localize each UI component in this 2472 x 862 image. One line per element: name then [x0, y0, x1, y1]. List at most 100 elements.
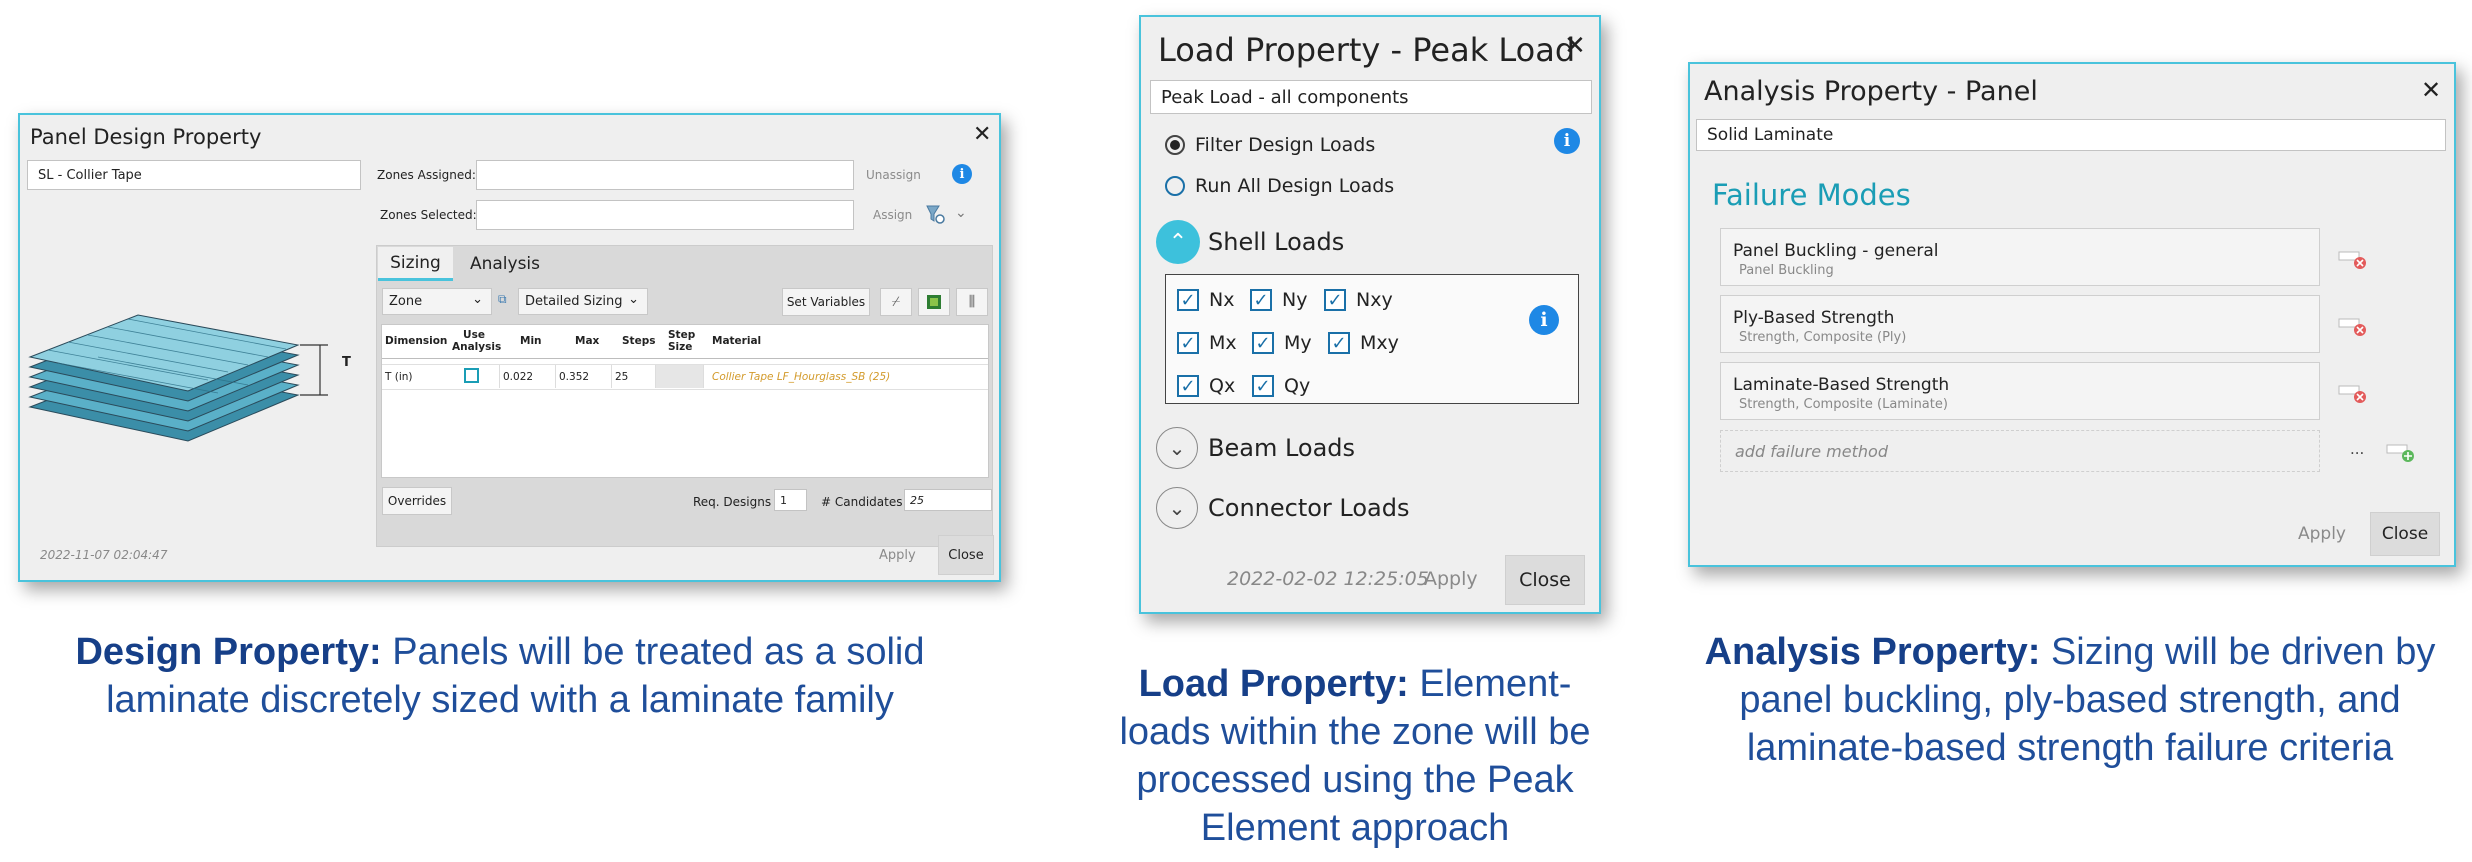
cell-max[interactable]: 0.352	[555, 365, 611, 388]
chevron-down-icon: ⌄	[1156, 487, 1198, 529]
apply-button[interactable]: Apply	[879, 548, 916, 563]
checkbox-checked-icon: ✓	[1177, 289, 1199, 311]
checkbox-mx[interactable]: ✓ Mx	[1177, 332, 1237, 354]
checkbox-qx[interactable]: ✓ Qx	[1177, 375, 1235, 397]
add-icon[interactable]	[2386, 442, 2416, 468]
checkbox-checked-icon: ✓	[1252, 375, 1274, 397]
close-button[interactable]: Close	[938, 535, 994, 575]
close-icon[interactable]: ✕	[1564, 33, 1586, 59]
caption-bold: Load Property:	[1138, 663, 1409, 705]
tab-analysis[interactable]: Analysis	[460, 247, 550, 281]
section-label: Shell Loads	[1208, 228, 1345, 256]
sizing-mode-select[interactable]: Detailed Sizing ⌄	[518, 288, 648, 315]
col-header-max: Max	[575, 335, 600, 347]
remove-icon[interactable]	[2338, 316, 2368, 342]
candidates-input[interactable]: 25	[904, 489, 992, 511]
connector-loads-header[interactable]: ⌄ Connector Loads	[1156, 487, 1410, 529]
set-variables-button[interactable]: Set Variables	[782, 288, 870, 316]
zone-select[interactable]: Zone ⌄	[382, 288, 492, 315]
zones-selected-label: Zones Selected:	[380, 208, 477, 222]
tab-sizing[interactable]: Sizing	[378, 247, 453, 281]
table-row[interactable]: T (in) 0.022 0.352 25 Collier Tape LF_Ho…	[382, 364, 988, 390]
more-button[interactable]: ...	[2350, 440, 2364, 458]
checkbox-label: Qx	[1209, 375, 1236, 397]
table-header-row: Dimension Use Analysis Min Max Steps Ste…	[382, 325, 988, 359]
overrides-button[interactable]: Overrides	[382, 487, 452, 515]
sizing-mode-value: Detailed Sizing	[525, 294, 623, 309]
failure-mode-row[interactable]: Ply-Based Strength Strength, Composite (…	[1720, 295, 2320, 353]
failure-mode-row[interactable]: Panel Buckling - general Panel Buckling	[1720, 228, 2320, 286]
failure-mode-row[interactable]: Laminate-Based Strength Strength, Compos…	[1720, 362, 2320, 420]
close-button[interactable]: Close	[2370, 512, 2440, 556]
checkbox-nxy[interactable]: ✓ Nxy	[1324, 289, 1393, 311]
checkbox-label: Mxy	[1360, 332, 1399, 354]
assign-filter-icon[interactable]	[925, 203, 945, 225]
remove-icon[interactable]	[2338, 383, 2368, 409]
property-name-input[interactable]: Peak Load - all components	[1150, 80, 1592, 114]
use-analysis-checkbox[interactable]	[464, 368, 479, 383]
checkbox-ny[interactable]: ✓ Ny	[1250, 289, 1307, 311]
shell-loads-header[interactable]: ⌃ Shell Loads	[1156, 220, 1344, 264]
dialog-title: Analysis Property - Panel	[1704, 76, 2038, 107]
req-designs-input[interactable]: 1	[774, 489, 807, 511]
image-tool-icon[interactable]	[918, 288, 950, 316]
checkbox-my[interactable]: ✓ My	[1252, 332, 1312, 354]
columns-tool-icon[interactable]: ⫼	[956, 288, 988, 316]
unassign-button[interactable]: Unassign	[866, 168, 921, 182]
col-header-dimension: Dimension	[385, 335, 448, 347]
cell-steps[interactable]: 25	[611, 365, 655, 388]
chevron-down-icon: ⌄	[1156, 427, 1198, 469]
col-header-use-analysis: Use Analysis	[452, 329, 502, 353]
failure-mode-name: Ply-Based Strength	[1733, 308, 1895, 328]
checkbox-nx[interactable]: ✓ Nx	[1177, 289, 1234, 311]
chevron-down-icon[interactable]: ⌄	[955, 205, 967, 221]
dialog-title: Panel Design Property	[30, 125, 262, 149]
checkbox-checked-icon: ✓	[1177, 375, 1199, 397]
close-button[interactable]: Close	[1505, 555, 1585, 605]
radio-label: Filter Design Loads	[1195, 134, 1376, 156]
sizing-table: Dimension Use Analysis Min Max Steps Ste…	[381, 324, 989, 478]
checkbox-label: Nx	[1209, 289, 1235, 311]
property-name-input[interactable]: SL - Collier Tape	[27, 160, 361, 190]
checkbox-qy[interactable]: ✓ Qy	[1252, 375, 1310, 397]
caption-bold: Design Property:	[75, 631, 382, 673]
checkbox-mxy[interactable]: ✓ Mxy	[1328, 332, 1399, 354]
close-icon[interactable]: ✕	[2421, 78, 2441, 102]
close-icon[interactable]: ✕	[973, 124, 991, 146]
info-icon[interactable]: i	[1529, 305, 1559, 335]
radio-label: Run All Design Loads	[1195, 175, 1395, 197]
col-header-steps: Steps	[622, 335, 656, 347]
failure-mode-name: Panel Buckling - general	[1733, 241, 1939, 261]
remove-icon[interactable]	[2338, 249, 2368, 275]
info-icon[interactable]: i	[952, 164, 972, 184]
cell-material[interactable]: Collier Tape LF_Hourglass_SB (25)	[703, 365, 988, 388]
radio-filter-design-loads[interactable]: Filter Design Loads	[1165, 134, 1375, 156]
req-designs-label: Req. Designs	[693, 495, 772, 509]
checkbox-checked-icon: ✓	[1252, 332, 1274, 354]
shell-loads-box: ✓ Nx ✓ Ny ✓ Nxy ✓ Mx ✓ My ✓ Mxy ✓ Qx ✓ Qy i	[1165, 274, 1579, 404]
chevron-up-icon: ⌃	[1156, 220, 1200, 264]
col-header-material: Material	[712, 335, 762, 347]
chevron-down-icon: ⌄	[628, 292, 639, 307]
beam-loads-header[interactable]: ⌄ Beam Loads	[1156, 427, 1355, 469]
apply-button[interactable]: Apply	[1424, 568, 1478, 590]
radio-run-all-design-loads[interactable]: Run All Design Loads	[1165, 175, 1394, 197]
thickness-dimension-label: T	[342, 355, 351, 370]
zones-selected-field[interactable]	[476, 200, 854, 230]
variables-icon[interactable]: ⧉	[498, 292, 507, 307]
analysis-caption: Analysis Property: Sizing will be driven…	[1680, 628, 2460, 772]
add-failure-method-input[interactable]: add failure method	[1720, 430, 2320, 472]
laminate-stack-illustration	[28, 305, 358, 455]
cell-min[interactable]: 0.022	[499, 365, 555, 388]
chart-tool-icon[interactable]: ⌿	[880, 288, 912, 316]
cell-step-size[interactable]	[655, 365, 703, 388]
section-label: Connector Loads	[1208, 494, 1410, 522]
assign-button[interactable]: Assign	[873, 208, 912, 222]
property-name-input[interactable]: Solid Laminate	[1696, 119, 2446, 151]
info-icon[interactable]: i	[1554, 128, 1580, 154]
col-header-min: Min	[520, 335, 542, 347]
apply-button[interactable]: Apply	[2298, 524, 2346, 544]
timestamp: 2022-11-07 02:04:47	[40, 548, 168, 562]
zones-assigned-field[interactable]	[476, 160, 854, 190]
checkbox-label: Ny	[1282, 289, 1308, 311]
